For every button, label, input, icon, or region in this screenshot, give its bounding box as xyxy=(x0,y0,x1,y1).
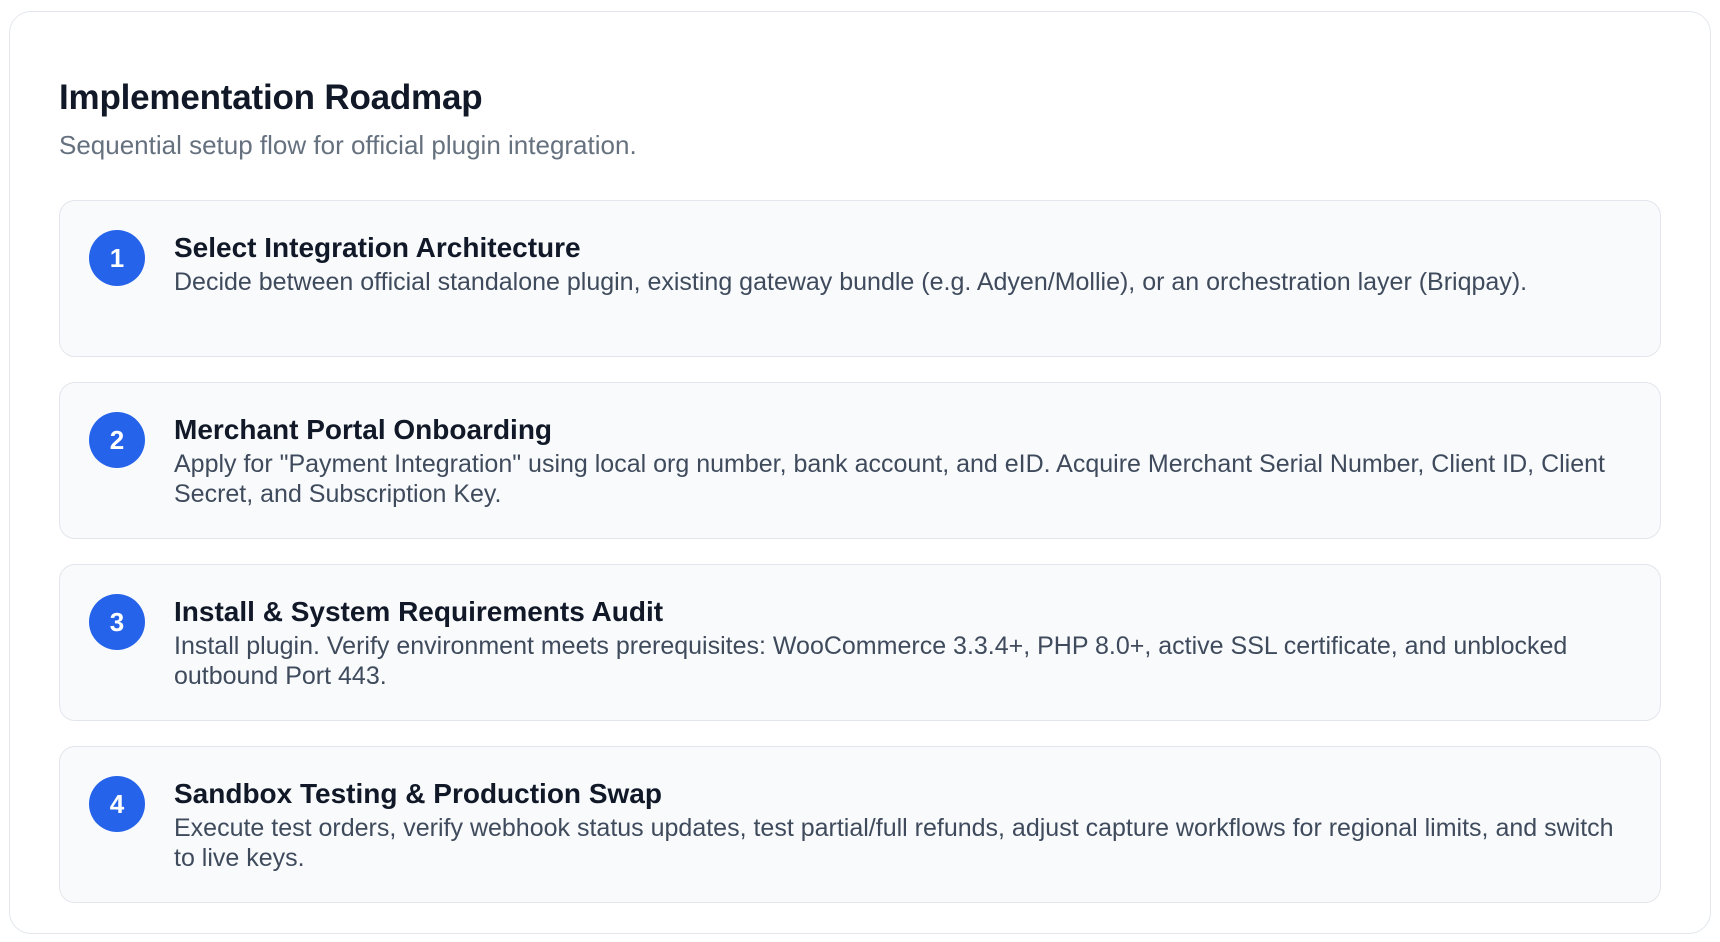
step-title: Sandbox Testing & Production Swap xyxy=(174,778,662,809)
step-description: Execute test orders, verify webhook stat… xyxy=(174,814,1614,872)
step-item-2: 2 Merchant Portal Onboarding Apply for "… xyxy=(59,382,1661,539)
step-item-1: 1 Select Integration Architecture Decide… xyxy=(59,200,1661,357)
step-description: Decide between official standalone plugi… xyxy=(174,268,1528,296)
step-number-badge: 3 xyxy=(89,594,145,650)
step-number-badge: 4 xyxy=(89,776,145,832)
step-title: Merchant Portal Onboarding xyxy=(174,414,553,445)
page-subtitle: Sequential setup flow for official plugi… xyxy=(59,130,637,160)
page-title: Implementation Roadmap xyxy=(59,78,483,117)
step-list: 1 Select Integration Architecture Decide… xyxy=(59,200,1661,903)
step-number-badge: 1 xyxy=(89,230,145,286)
roadmap-card: Implementation Roadmap Sequential setup … xyxy=(9,11,1711,934)
step-description: Apply for "Payment Integration" using lo… xyxy=(174,450,1605,508)
step-content: Select Integration Architecture Decide b… xyxy=(174,229,1630,297)
step-content: Sandbox Testing & Production Swap Execut… xyxy=(174,775,1630,873)
step-title: Install & System Requirements Audit xyxy=(174,596,664,627)
step-description: Install plugin. Verify environment meets… xyxy=(174,632,1568,690)
step-item-3: 3 Install & System Requirements Audit In… xyxy=(59,564,1661,721)
step-item-4: 4 Sandbox Testing & Production Swap Exec… xyxy=(59,746,1661,903)
step-content: Merchant Portal Onboarding Apply for "Pa… xyxy=(174,411,1630,509)
step-content: Install & System Requirements Audit Inst… xyxy=(174,593,1630,691)
step-title: Select Integration Architecture xyxy=(174,232,581,263)
step-number-badge: 2 xyxy=(89,412,145,468)
